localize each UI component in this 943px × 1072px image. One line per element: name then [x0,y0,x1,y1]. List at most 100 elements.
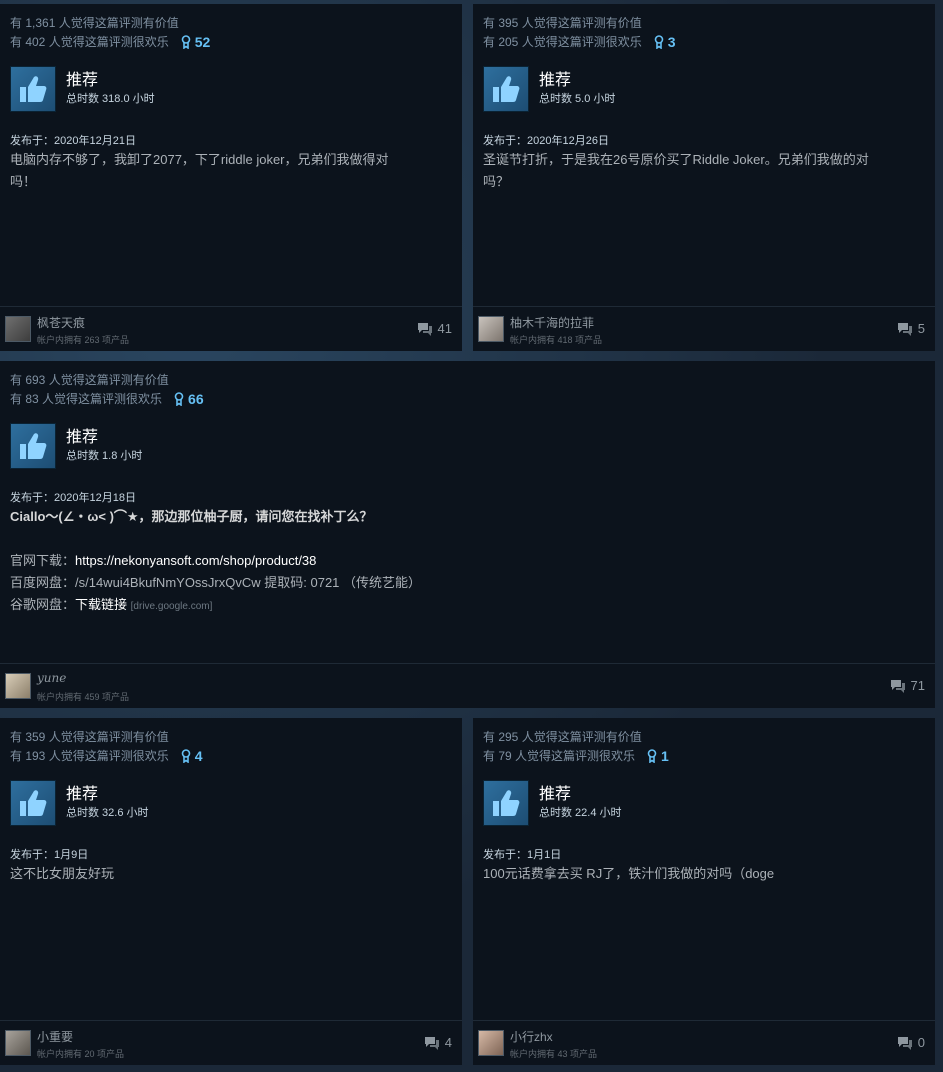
official-download-line: 官网下载：https://nekonyansoft.com/shop/produ… [10,550,921,572]
review-text: 100元话费拿去买 RJ了，铁汁们我做的对吗（doge [483,863,921,885]
review-line: 电脑内存不够了，我卸了2077，下了riddle joker，兄弟们我做得对 [10,152,389,167]
hours-played: 总时数 318.0 小时 [66,93,155,105]
review-card: 有 1,361 人觉得这篇评测有价值 有 402 人觉得这篇评测很欢乐 52 推… [0,4,462,351]
posted-date: 发布于：2020年12月21日 [10,135,136,147]
review-card: 有 693 人觉得这篇评测有价值 有 83 人觉得这篇评测很欢乐 66 推荐 总… [0,361,935,708]
avatar[interactable] [478,1030,504,1056]
award-badge[interactable]: 4 [181,748,203,764]
author-games: 帐户内拥有 418 项产品 [510,335,603,345]
recommendation[interactable]: 推荐 总时数 1.8 小时 [10,423,142,469]
funny-count-row: 有 205 人觉得这篇评测很欢乐 3 [483,34,676,50]
funny-count-row: 有 193 人觉得这篇评测很欢乐 4 [10,748,203,764]
helpful-count: 有 693 人觉得这篇评测有价值 [10,373,169,387]
funny-count: 有 83 人觉得这篇评测很欢乐 [10,392,163,406]
baidu-pan-line: 百度网盘：/s/14wui4BkufNmYOssJrxQvCw 提取码: 072… [10,575,422,590]
review-line: 圣诞节打折，于是我在26号原价买了Riddle Joker。兄弟们我做的对 [483,152,869,167]
helpful-count: 有 359 人觉得这篇评测有价值 [10,730,169,744]
recommendation[interactable]: 推荐 总时数 22.4 小时 [483,780,622,826]
helpful-count: 有 1,361 人觉得这篇评测有价值 [10,16,179,30]
comment-icon [897,322,912,336]
review-line: 100元话费拿去买 RJ了，铁汁们我做的对吗（doge [483,866,775,881]
comment-count: 0 [917,1035,925,1050]
review-line: 吗！ [10,174,37,189]
recommendation[interactable]: 推荐 总时数 318.0 小时 [10,66,155,112]
hours-played: 总时数 1.8 小时 [66,450,143,462]
link-domain-hint: [drive.google.com] [130,601,213,612]
comments-button[interactable]: 0 [897,1035,925,1050]
review-text: Ciallo～(∠・ω< )⌒★，那边那位柚子厨，请问您在找补丁么？ 官网下载：… [10,506,921,618]
posted-date: 发布于：1月1日 [483,849,562,861]
funny-count-row: 有 402 人觉得这篇评测很欢乐 52 [10,34,210,50]
avatar[interactable] [5,673,31,699]
comment-icon [897,1036,912,1050]
helpful-count: 有 295 人觉得这篇评测有价值 [483,730,642,744]
funny-count: 有 205 人觉得这篇评测很欢乐 [483,35,642,49]
award-icon [181,749,191,763]
comments-button[interactable]: 4 [424,1035,452,1050]
review-footer: 柚木千海的拉菲 帐户内拥有 418 项产品 5 [473,306,935,351]
recommend-label: 推荐 [539,72,572,89]
recommendation[interactable]: 推荐 总时数 32.6 小时 [10,780,149,826]
author-name[interactable]: 柚木千海的拉菲 [510,314,594,331]
official-download-link[interactable]: https://nekonyansoft.com/shop/product/38 [75,553,316,568]
award-count: 66 [188,391,204,407]
review-line: 这不比女朋友好玩 [10,866,115,881]
hours-played: 总时数 5.0 小时 [539,93,616,105]
award-badge[interactable]: 3 [654,34,676,50]
recommend-label: 推荐 [66,72,99,89]
award-icon [654,35,664,49]
author-games: 帐户内拥有 459 项产品 [37,692,130,702]
recommend-label: 推荐 [66,786,99,803]
google-drive-line: 谷歌网盘：下载链接 [drive.google.com] [10,594,921,618]
author-name[interactable]: 小重要 [37,1028,73,1045]
recommend-label: 推荐 [539,786,572,803]
review-text: 圣诞节打折，于是我在26号原价买了Riddle Joker。兄弟们我做的对 吗？ [483,149,921,193]
award-icon [647,749,657,763]
comments-button[interactable]: 41 [417,321,452,336]
comment-icon [424,1036,439,1050]
google-drive-label: 谷歌网盘： [10,597,76,612]
review-card: 有 395 人觉得这篇评测有价值 有 205 人觉得这篇评测很欢乐 3 推荐 总… [473,4,935,351]
award-count: 4 [194,748,203,764]
review-text: 这不比女朋友好玩 [10,863,448,885]
comment-icon [417,322,432,336]
comment-count: 41 [437,321,452,336]
funny-count: 有 402 人觉得这篇评测很欢乐 [10,35,169,49]
thumbs-up-icon [10,780,56,826]
avatar[interactable] [478,316,504,342]
award-badge[interactable]: 66 [174,391,204,407]
thumbs-up-icon [10,423,56,469]
review-footer: 小行zhx 帐户内拥有 43 项产品 0 [473,1020,935,1065]
hours-played: 总时数 32.6 小时 [66,807,149,819]
review-footer: 枫苍天痕 帐户内拥有 263 项产品 41 [0,306,462,351]
thumbs-up-icon [10,66,56,112]
author-games: 帐户内拥有 263 项产品 [37,335,130,345]
review-card: 有 359 人觉得这篇评测有价值 有 193 人觉得这篇评测很欢乐 4 推荐 总… [0,718,462,1065]
award-badge[interactable]: 52 [181,34,211,50]
author-name[interactable]: yune [37,671,66,685]
review-footer: 小重要 帐户内拥有 20 项产品 4 [0,1020,462,1065]
avatar[interactable] [5,316,31,342]
avatar[interactable] [5,1030,31,1056]
review-footer: yune 帐户内拥有 459 项产品 71 [0,663,935,708]
recommendation[interactable]: 推荐 总时数 5.0 小时 [483,66,615,112]
comments-button[interactable]: 5 [897,321,925,336]
funny-count: 有 79 人觉得这篇评测很欢乐 [483,749,636,763]
funny-count: 有 193 人觉得这篇评测很欢乐 [10,749,169,763]
award-count: 52 [194,34,211,50]
helpful-count: 有 395 人觉得这篇评测有价值 [483,16,642,30]
author-name[interactable]: 小行zhx [510,1028,553,1045]
comment-count: 5 [917,321,925,336]
thumbs-up-icon [483,780,529,826]
comment-count: 4 [444,1035,452,1050]
award-badge[interactable]: 1 [647,748,669,764]
official-download-label: 官网下载： [10,553,76,568]
posted-date: 发布于：1月9日 [10,849,89,861]
author-games: 帐户内拥有 43 项产品 [510,1049,598,1059]
google-drive-link[interactable]: 下载链接 [75,597,127,612]
review-line: Ciallo～(∠・ω< )⌒★，那边那位柚子厨，请问您在找补丁么？ [10,509,373,524]
author-name[interactable]: 枫苍天痕 [37,314,85,331]
award-icon [174,392,184,406]
award-count: 1 [661,748,669,764]
comments-button[interactable]: 71 [890,678,925,693]
